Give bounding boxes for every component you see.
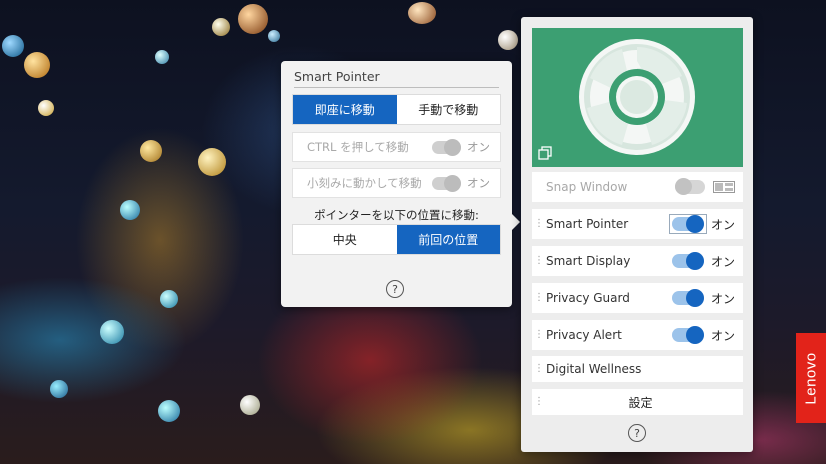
snap-window-toggle[interactable] [675, 178, 705, 195]
shake-move-label: 小刻みに動かして移動 [307, 176, 422, 190]
move-mode-segmented-control: 即座に移動 手動で移動 [292, 94, 501, 125]
feature-row-privacy-alert[interactable]: ⋮ Privacy Alert オン [532, 320, 743, 350]
help-icon[interactable]: ? [628, 424, 646, 442]
settings-label: 設定 [628, 395, 653, 410]
feature-row-privacy-guard[interactable]: ⋮ Privacy Guard オン [532, 283, 743, 313]
lenovo-vantage-panel: Snap Window ⋮ Smart Pointer オン ⋮ Smart D… [521, 17, 753, 452]
settings-button[interactable]: ⋮ 設定 [532, 389, 743, 415]
drag-handle-icon[interactable]: ⋮ [532, 356, 546, 382]
center-position-button[interactable]: 中央 [293, 225, 397, 254]
drag-handle-icon[interactable]: ⋮ [532, 283, 546, 313]
snap-layout-icon [713, 181, 735, 193]
hero-banner [532, 28, 743, 167]
privacy-guard-toggle[interactable] [671, 289, 704, 307]
ctrl-move-label: CTRL を押して移動 [307, 140, 409, 154]
feature-state: オン [710, 291, 735, 306]
feature-state: オン [710, 217, 735, 232]
digital-wellness-row[interactable]: ⋮ Digital Wellness [532, 356, 743, 382]
feature-row-smart-display[interactable]: ⋮ Smart Display オン [532, 246, 743, 276]
aperture-logo-icon [579, 39, 695, 155]
smart-pointer-flyout: Smart Pointer 即座に移動 手動で移動 CTRL を押して移動 オン… [281, 61, 512, 307]
ctrl-move-toggle[interactable] [432, 138, 461, 156]
move-to-position-label: ポインターを以下の位置に移動: [314, 208, 479, 222]
help-icon[interactable]: ? [386, 280, 404, 298]
drag-handle-icon[interactable]: ⋮ [532, 320, 546, 350]
feature-state: オン [710, 254, 735, 269]
feature-state: オン [710, 328, 735, 343]
digital-wellness-label: Digital Wellness [546, 362, 642, 376]
lenovo-logo-text: Lenovo [802, 351, 820, 405]
drag-handle-icon[interactable]: ⋮ [532, 246, 546, 276]
snap-window-label: Snap Window [546, 180, 628, 194]
feature-row-smart-pointer[interactable]: ⋮ Smart Pointer オン [532, 209, 743, 239]
feature-label: Privacy Guard [546, 291, 630, 305]
snap-window-row: Snap Window [532, 172, 743, 202]
smart-pointer-toggle[interactable] [671, 215, 704, 233]
lenovo-logo: Lenovo [796, 333, 826, 423]
feature-label: Privacy Alert [546, 328, 622, 342]
ctrl-move-option: CTRL を押して移動 オン [292, 132, 501, 162]
feature-label: Smart Pointer [546, 217, 629, 231]
feature-label: Smart Display [546, 254, 631, 268]
smart-display-toggle[interactable] [671, 252, 704, 270]
drag-handle-icon[interactable]: ⋮ [532, 389, 546, 415]
position-segmented-control: 中央 前回の位置 [292, 224, 501, 255]
ctrl-move-state: オン [467, 140, 490, 154]
shake-move-state: オン [467, 176, 490, 190]
flyout-pointer [511, 213, 520, 231]
last-position-button[interactable]: 前回の位置 [396, 225, 500, 254]
manual-move-button[interactable]: 手動で移動 [396, 95, 500, 124]
drag-handle-icon[interactable]: ⋮ [532, 209, 546, 239]
copy-icon[interactable] [538, 146, 552, 160]
flyout-title: Smart Pointer [294, 66, 499, 88]
privacy-alert-toggle[interactable] [671, 326, 704, 344]
instant-move-button[interactable]: 即座に移動 [293, 95, 397, 124]
shake-move-toggle[interactable] [432, 174, 461, 192]
shake-move-option: 小刻みに動かして移動 オン [292, 168, 501, 198]
